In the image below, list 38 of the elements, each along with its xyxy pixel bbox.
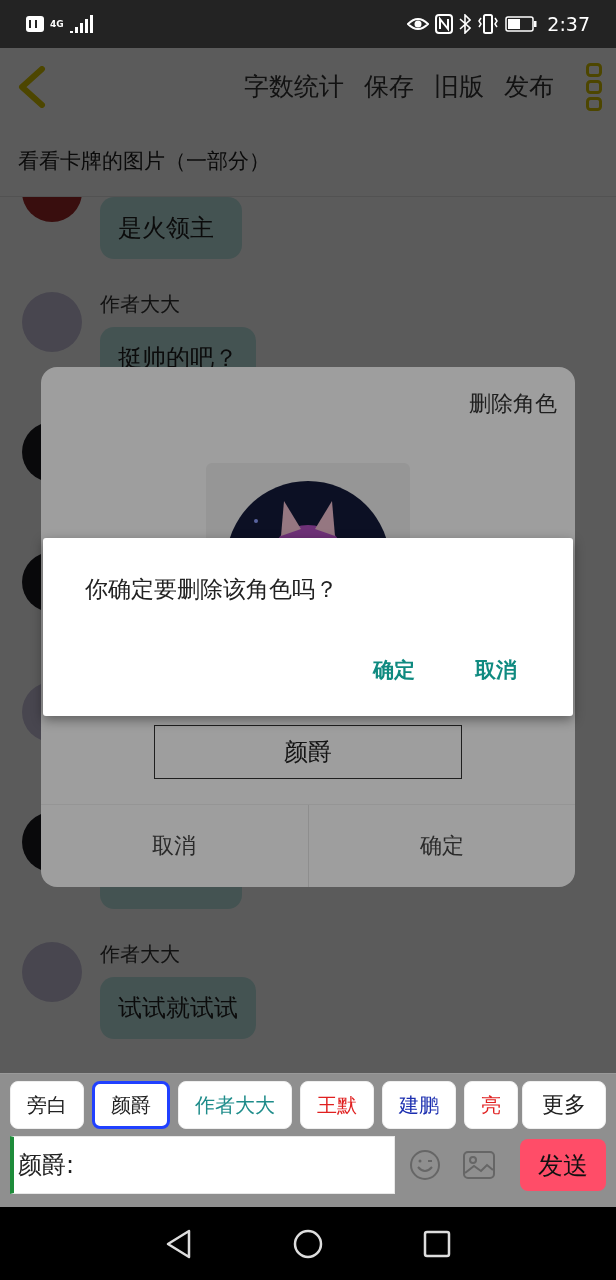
- dialog-button[interactable]: 确定: [369, 652, 419, 688]
- role-chip[interactable]: 亮: [464, 1081, 518, 1129]
- toolbar-action[interactable]: 保存: [354, 70, 424, 103]
- home-icon[interactable]: [293, 1228, 323, 1259]
- dialog-button[interactable]: 确定: [307, 805, 575, 887]
- signal-icon: [69, 15, 94, 33]
- message-bubble: 是火领主: [100, 197, 242, 259]
- nfc-icon: [435, 14, 454, 34]
- role-name-field[interactable]: 颜爵: [154, 725, 462, 779]
- clock-time: 2:37: [547, 13, 590, 35]
- role-chip[interactable]: 颜爵: [92, 1081, 170, 1129]
- dialog-button[interactable]: 取消: [41, 805, 308, 887]
- toolbar-action[interactable]: 字数统计: [234, 70, 354, 103]
- bluetooth-icon: [459, 14, 472, 34]
- confirm-message: 你确定要删除该角色吗？: [85, 575, 339, 604]
- message-bubble: 试试就试试: [100, 977, 256, 1039]
- send-button[interactable]: 发送: [520, 1139, 606, 1191]
- delete-role-link[interactable]: 删除角色: [469, 389, 557, 419]
- eye-icon: [407, 16, 430, 32]
- role-chip[interactable]: 建鹏: [382, 1081, 456, 1129]
- role-chip[interactable]: 旁白: [10, 1081, 84, 1129]
- sender-name: 作者大大: [100, 942, 181, 967]
- back-icon[interactable]: [165, 1228, 193, 1259]
- toolbar-action[interactable]: 旧版: [424, 70, 494, 103]
- more-icon[interactable]: [586, 62, 602, 111]
- network-type: 4G: [50, 19, 64, 29]
- more-button[interactable]: 更多: [522, 1081, 606, 1129]
- image-icon[interactable]: [463, 1151, 495, 1179]
- recents-icon[interactable]: [423, 1229, 451, 1258]
- vibrate-icon: [477, 14, 500, 34]
- role-chip[interactable]: 王默: [300, 1081, 374, 1129]
- dialog-button[interactable]: 取消: [471, 652, 521, 688]
- message-input[interactable]: 颜爵:: [10, 1136, 395, 1194]
- battery-icon: [505, 16, 538, 32]
- role-chip[interactable]: 作者大大: [178, 1081, 292, 1129]
- emoji-icon[interactable]: [409, 1149, 441, 1181]
- toolbar-action[interactable]: 发布: [494, 70, 564, 103]
- sender-name: 作者大大: [100, 292, 181, 317]
